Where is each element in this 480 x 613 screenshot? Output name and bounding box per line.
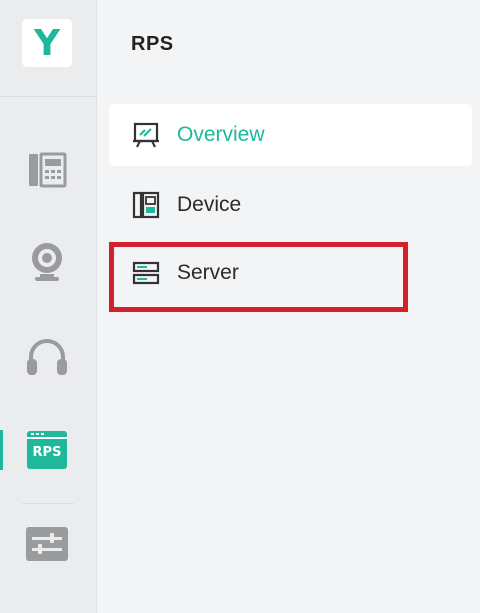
headset-icon[interactable] (22, 332, 72, 382)
active-indicator (0, 430, 3, 470)
rps-badge-text: RPS (32, 445, 62, 460)
icon-rail: Y RPS (0, 0, 97, 613)
device-icon (131, 190, 161, 220)
nav-item-device[interactable]: Device (109, 174, 472, 236)
rps-badge: RPS (27, 431, 67, 469)
page-title: RPS (131, 33, 174, 55)
rail-divider (0, 96, 97, 97)
app-logo[interactable]: Y (22, 19, 72, 67)
rail-divider (22, 503, 74, 504)
highlight-box (109, 242, 408, 312)
nav-item-overview[interactable]: Overview (109, 104, 472, 166)
rps-icon[interactable]: RPS (22, 425, 72, 475)
nav-item-label: Overview (177, 123, 265, 146)
webcam-icon[interactable] (22, 237, 72, 287)
sliders-icon[interactable] (22, 519, 72, 569)
desk-phone-icon[interactable] (22, 145, 72, 195)
presentation-board-icon (131, 120, 161, 150)
nav-item-label: Device (177, 193, 242, 216)
